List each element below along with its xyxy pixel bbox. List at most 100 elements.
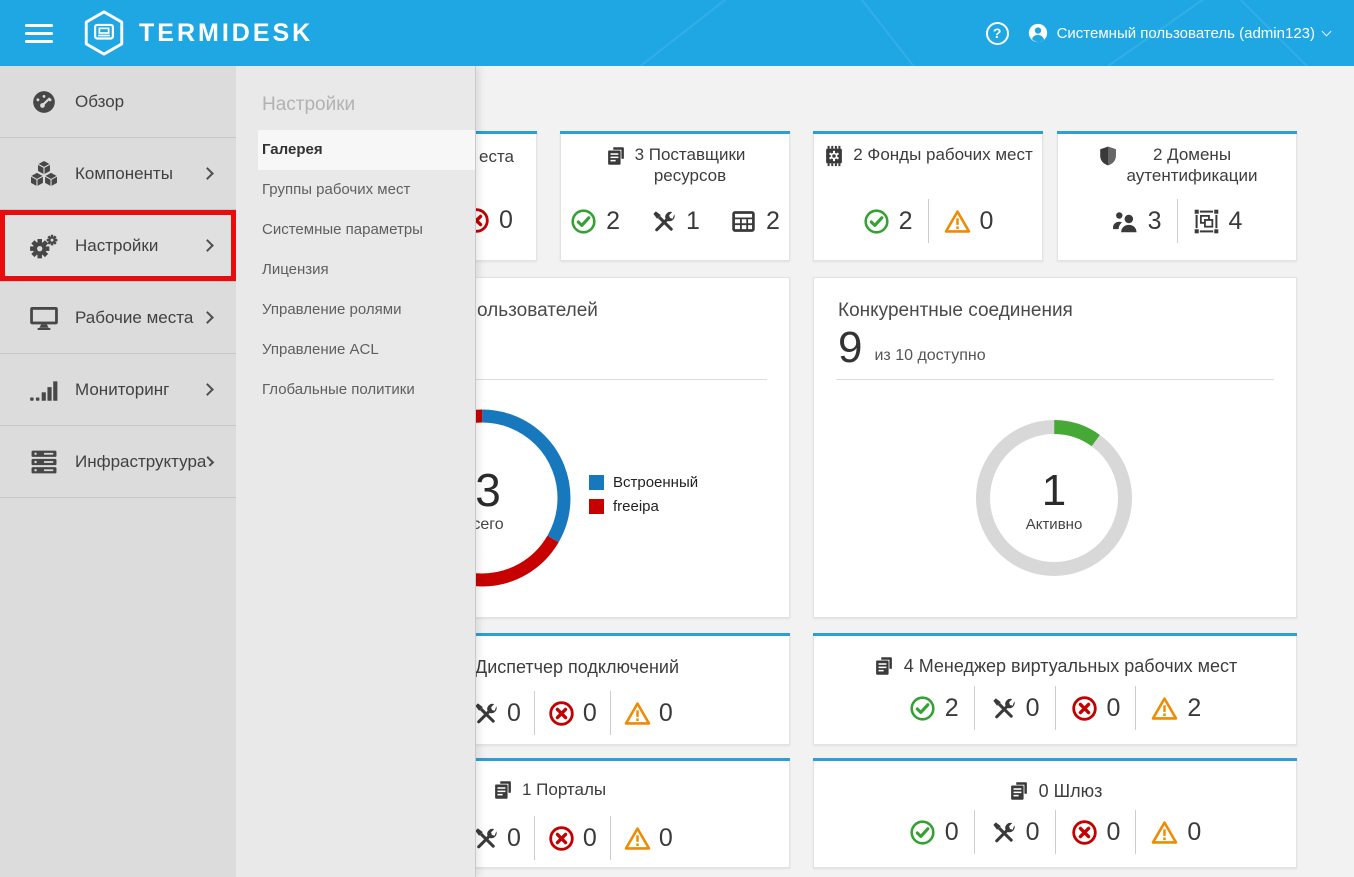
x-circle-icon [1071,695,1098,722]
stat-errors: 0 [1056,818,1136,847]
tools-icon [990,695,1017,722]
submenu-item-system-parameters[interactable]: Системные параметры [236,210,475,250]
available-connections: 9 из 10 доступно [838,323,986,372]
stat-groups: 4 [1178,207,1258,236]
card-gateway: 0 Шлюз 0 0 0 0 [813,758,1297,868]
settings-flyout-panel: Настройки Галерея Группы рабочих мест Си… [236,66,476,877]
sidebar-item-settings[interactable]: Настройки [0,210,236,282]
stat-users: 3 [1097,207,1177,236]
legend-label: Встроенный [613,473,699,491]
sidebar-item-monitoring[interactable]: Мониторинг [0,354,236,426]
stat-errors: 0 [1056,694,1136,723]
warning-icon [624,700,651,727]
help-icon[interactable]: ? [985,21,1009,45]
stat-row: 0 0 0 [459,816,686,860]
stat-row: 0 0 0 [459,691,686,735]
chart-title: Конкурентные соединения [838,300,1073,321]
dashboard-gauge-icon [29,89,59,115]
sidebar-item-workplaces[interactable]: Рабочие места [0,282,236,354]
submenu-item-workplace-groups[interactable]: Группы рабочих мест [236,170,475,210]
sidebar-item-overview[interactable]: Обзор [0,66,236,138]
sidebar-item-label: Компоненты [75,163,173,183]
signal-bars-icon [29,377,59,403]
submenu-item-acl-management[interactable]: Управление ACL [236,330,475,370]
stat-maintenance: 0 [975,694,1055,723]
documents-icon [492,779,514,801]
stat-warnings: 0 [929,207,1009,236]
x-circle-icon [548,825,575,852]
user-avatar-icon [1027,22,1049,44]
stat-ok: 2 [848,207,928,236]
warning-icon [1151,819,1178,846]
check-circle-icon [909,695,936,722]
cubes-icon [29,161,59,187]
termidesk-logo-icon [82,9,126,57]
shield-icon [1097,145,1119,167]
stat-warnings: 2 [1136,694,1216,723]
legend-label: freeipa [613,497,659,515]
card-workplace-pools: 2 Фонды рабочих мест 2 0 [813,131,1043,261]
card-title-fragment: Диспетчер подключений [475,657,680,677]
sidebar-item-label: Обзор [75,91,125,111]
warning-icon [944,208,971,235]
submenu-item-license[interactable]: Лицензия [236,250,475,290]
gears-icon [29,233,59,259]
chart-title-fragment: ользователей [477,300,598,321]
documents-icon [605,145,627,167]
sidebar-item-infrastructure[interactable]: Инфраструктура [0,426,236,498]
x-circle-icon [1071,819,1098,846]
chevron-right-icon [201,239,214,252]
card-title: 1 Порталы [522,780,607,799]
warning-icon [624,825,651,852]
warning-icon [1151,695,1178,722]
divider [836,379,1274,380]
flyout-title: Настройки [262,94,356,115]
card-title: 4 Менеджер виртуальных рабочих мест [903,655,1238,676]
check-circle-icon [570,208,597,235]
user-menu[interactable]: Системный пользователь (admin123) [1027,22,1332,44]
stat-warnings: 0 [611,699,686,728]
sidebar-item-label: Настройки [75,235,159,255]
chevron-right-icon [201,311,214,324]
hamburger-menu-icon[interactable] [25,23,53,43]
stat-ok: 0 [894,818,974,847]
legend-swatch [589,474,604,490]
chevron-right-icon [201,167,214,180]
submenu-item-role-management[interactable]: Управление ролями [236,290,475,330]
sidebar-nav: Обзор Компоненты Настройки Рабочие места… [0,66,236,877]
legend-swatch [589,498,604,514]
object-group-icon [1193,208,1220,235]
termidesk-dashboard: TERMIDESK ? Системный пользователь (admi… [0,0,1354,877]
check-circle-icon [863,208,890,235]
header-pattern-line [557,0,765,66]
servers-icon [29,449,59,475]
tools-icon [990,819,1017,846]
header-pattern-line [820,0,982,66]
sidebar-item-label: Мониторинг [75,379,170,399]
card-vdi-manager: 4 Менеджер виртуальных рабочих мест 2 0 … [813,633,1297,745]
stat-errors: 0 [535,699,610,728]
tools-icon [472,825,499,852]
stat-warnings: 0 [1136,818,1216,847]
stat-warnings: 0 [611,824,686,853]
submenu-item-global-policies[interactable]: Глобальные политики [236,370,475,410]
card-title: 0 Шлюз [1038,780,1103,801]
sidebar-item-label: Инфраструктура [75,451,207,471]
stat-ok: 2 [894,694,974,723]
stat-ok: 2 [555,207,635,236]
card-auth-domains: 2 Домены аутентификации 3 4 [1057,131,1297,261]
chart-legend: Встроенный freeipa [589,470,698,518]
brand-title: TERMIDESK [139,18,314,47]
sidebar-item-label: Рабочие места [75,307,194,327]
stat-maintenance: 0 [975,818,1055,847]
stat-errors: 0 [535,824,610,853]
sidebar-item-components[interactable]: Компоненты [0,138,236,210]
cpu-icon [823,145,845,167]
card-title-fragment: еста [479,147,515,166]
documents-icon [1008,780,1030,802]
x-circle-icon [548,700,575,727]
submenu-item-gallery[interactable]: Галерея [258,130,475,170]
stat-templates: 2 [715,207,795,236]
card-resource-providers: 3 Поставщики ресурсов 2 1 2 [560,131,790,261]
users-icon [1112,208,1139,235]
